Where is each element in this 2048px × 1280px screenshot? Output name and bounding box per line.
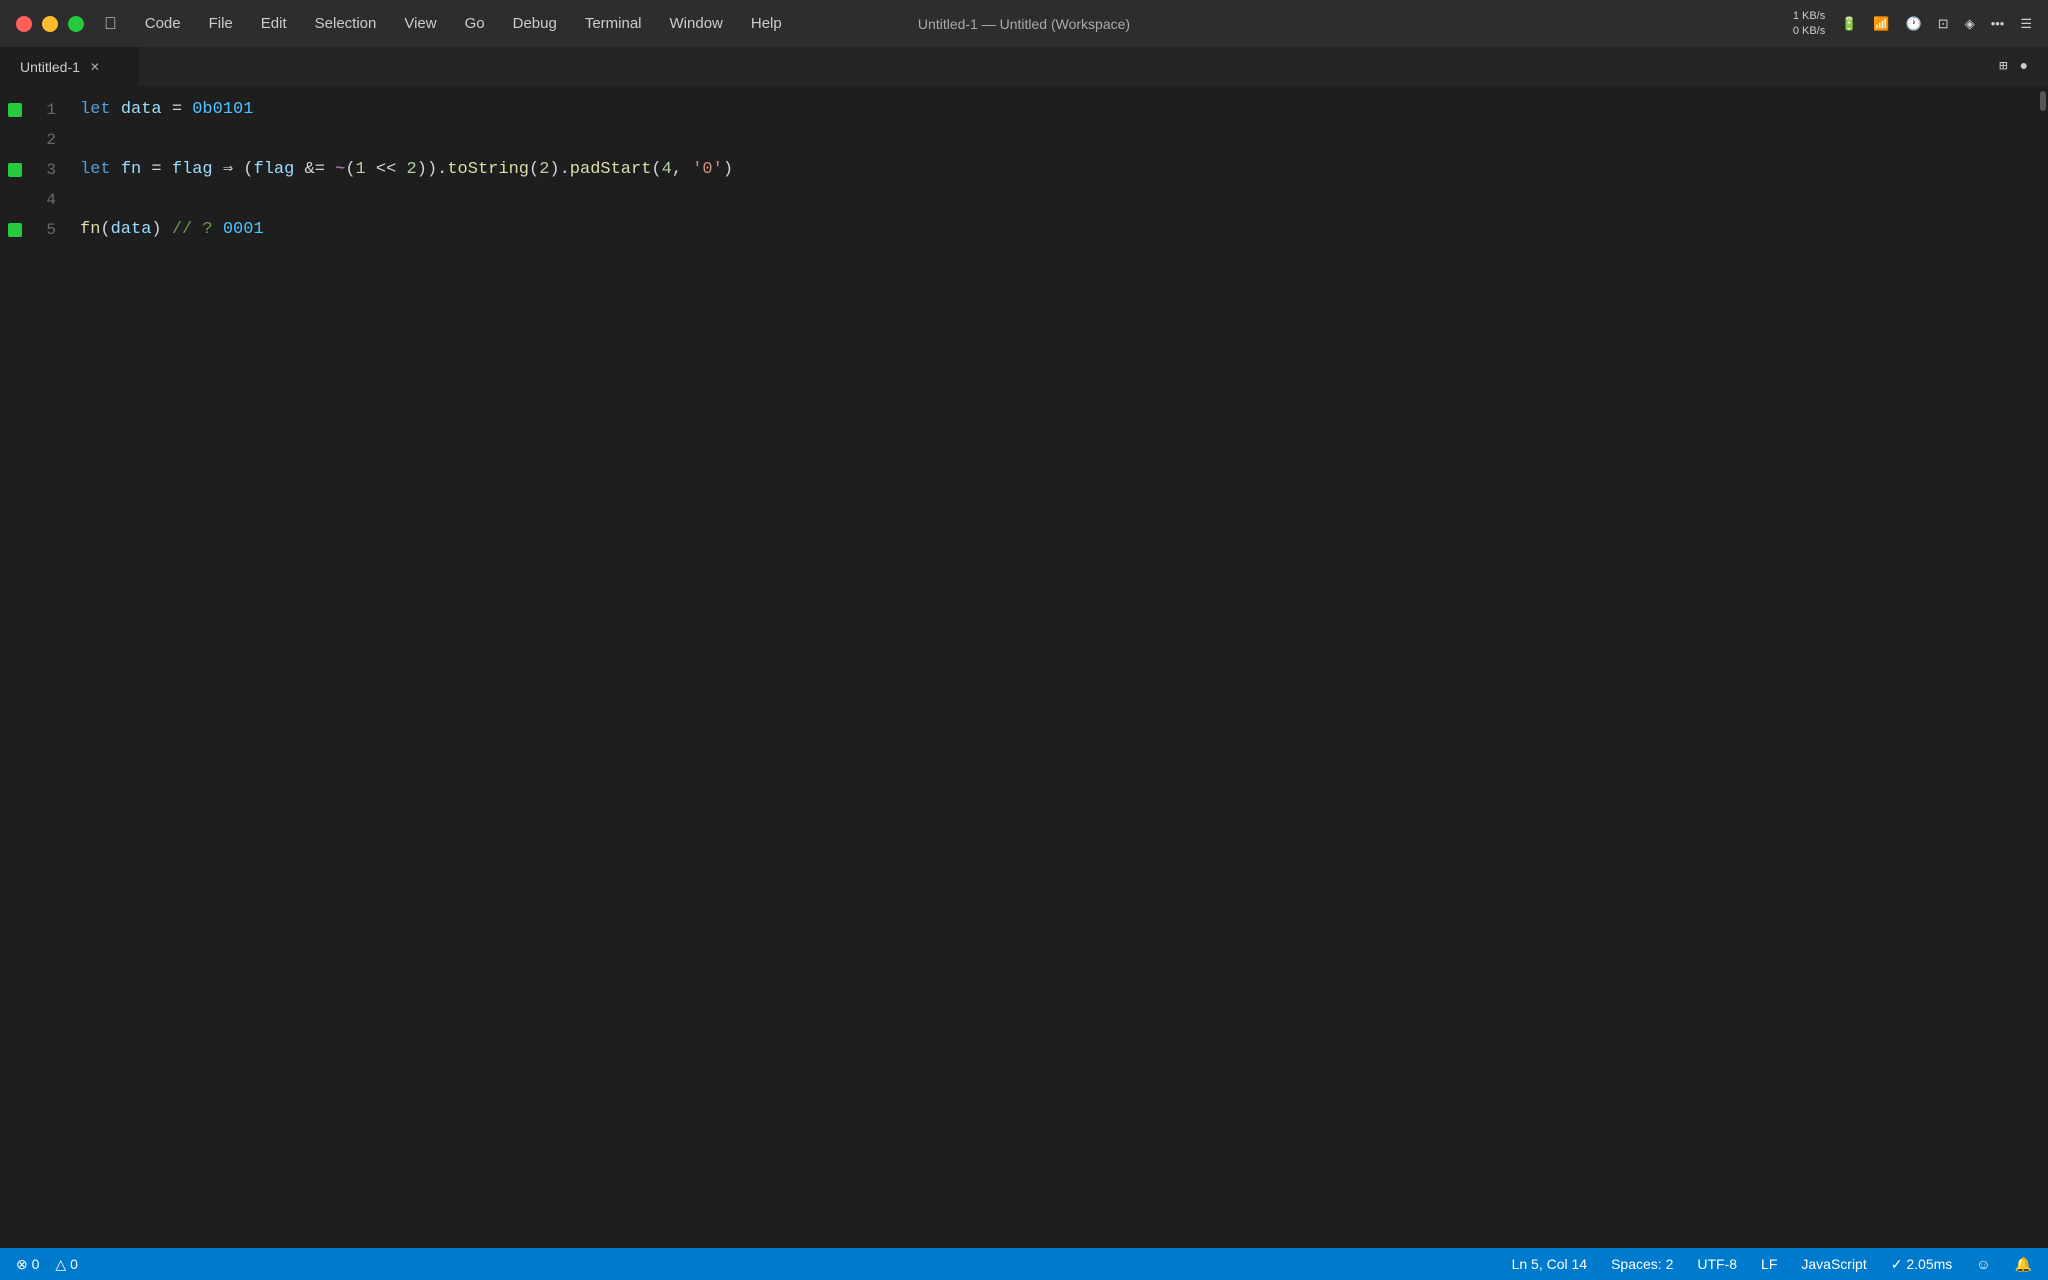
menu-edit[interactable]: Edit	[261, 15, 287, 32]
line-5-content: fn(data) // ? 0001	[80, 215, 264, 245]
menu-terminal[interactable]: Terminal	[585, 15, 642, 32]
breakpoint-5[interactable]	[8, 223, 22, 237]
line-number-5: 5	[30, 221, 80, 239]
notification-icon[interactable]: 🔔	[2015, 1256, 2032, 1273]
line-3-indicator	[0, 163, 30, 177]
code-line-1: 1 let data = 0b0101	[0, 95, 2038, 125]
line-3-content: let fn = flag ⇒ (flag &= ~(1 << 2)).toSt…	[80, 155, 733, 185]
menu-apple[interactable]: 	[104, 14, 117, 34]
unsaved-dot-icon: ●	[2020, 59, 2028, 75]
indentation[interactable]: Spaces: 2	[1611, 1256, 1673, 1272]
encoding[interactable]: UTF-8	[1697, 1256, 1737, 1272]
menu-bar:  Code File Edit Selection View Go Debug…	[104, 14, 782, 34]
language-mode[interactable]: JavaScript	[1801, 1256, 1866, 1272]
line-5-indicator	[0, 223, 30, 237]
menu-extras-icon: ⊡	[1938, 16, 1949, 32]
line-number-3: 3	[30, 161, 80, 179]
list-icon: ☰	[2020, 16, 2032, 32]
breakpoint-3[interactable]	[8, 163, 22, 177]
menu-debug[interactable]: Debug	[513, 15, 557, 32]
smiley-icon[interactable]: ☺	[1976, 1256, 1990, 1272]
menu-code[interactable]: Code	[145, 15, 181, 32]
menu-window[interactable]: Window	[670, 15, 723, 32]
finder-icon: ◈	[1965, 16, 1975, 32]
statusbar-right: Ln 5, Col 14 Spaces: 2 UTF-8 LF JavaScri…	[1512, 1256, 2032, 1273]
clock-icon: 🕐	[1906, 16, 1922, 32]
statusbar: ⊗ 0 △ 0 Ln 5, Col 14 Spaces: 2 UTF-8 LF …	[0, 1248, 2048, 1280]
close-button[interactable]	[16, 16, 32, 32]
tab-untitled1[interactable]: Untitled-1 ✕	[0, 47, 140, 86]
titlebar:  Code File Edit Selection View Go Debug…	[0, 0, 2048, 47]
window-title: Untitled-1 — Untitled (Workspace)	[918, 16, 1130, 32]
warning-count[interactable]: △ 0	[55, 1256, 77, 1273]
battery-icon: 🔋	[1841, 16, 1857, 32]
code-line-2: 2	[0, 125, 2038, 155]
code-line-4: 4	[0, 185, 2038, 215]
scrollbar[interactable]	[2038, 87, 2048, 1248]
code-line-5: 5 fn(data) // ? 0001	[0, 215, 2038, 245]
tabbar: Untitled-1 ✕ ⊞ ●	[0, 47, 2048, 87]
editor-container: 1 let data = 0b0101 2 3 let fn = flag ⇒ …	[0, 87, 2048, 1248]
line-number-4: 4	[30, 191, 80, 209]
menu-go[interactable]: Go	[465, 15, 485, 32]
error-count[interactable]: ⊗ 0	[16, 1256, 39, 1273]
cursor-position[interactable]: Ln 5, Col 14	[1512, 1256, 1588, 1272]
menu-file[interactable]: File	[209, 15, 233, 32]
tab-actions: ⊞ ●	[1999, 47, 2048, 86]
menu-help[interactable]: Help	[751, 15, 782, 32]
network-speed: 1 KB/s0 KB/s	[1793, 9, 1825, 38]
code-line-3: 3 let fn = flag ⇒ (flag &= ~(1 << 2)).to…	[0, 155, 2038, 185]
eol[interactable]: LF	[1761, 1256, 1777, 1272]
tab-close-icon[interactable]: ✕	[90, 60, 100, 74]
maximize-button[interactable]	[68, 16, 84, 32]
tab-label: Untitled-1	[20, 59, 80, 75]
line-number-2: 2	[30, 131, 80, 149]
editor-main[interactable]: 1 let data = 0b0101 2 3 let fn = flag ⇒ …	[0, 87, 2038, 1248]
statusbar-left: ⊗ 0 △ 0	[16, 1256, 78, 1273]
menu-view[interactable]: View	[404, 15, 436, 32]
timing: ✓ 2.05ms	[1891, 1256, 1953, 1273]
more-icon: •••	[1991, 16, 2005, 31]
traffic-lights	[16, 16, 84, 32]
breakpoint-1[interactable]	[8, 103, 22, 117]
minimize-button[interactable]	[42, 16, 58, 32]
titlebar-right: 1 KB/s0 KB/s 🔋 📶 🕐 ⊡ ◈ ••• ☰	[1793, 9, 2032, 38]
line-1-content: let data = 0b0101	[80, 95, 253, 125]
line-1-indicator	[0, 103, 30, 117]
scrollbar-thumb[interactable]	[2040, 91, 2046, 111]
line-number-1: 1	[30, 101, 80, 119]
menu-selection[interactable]: Selection	[315, 15, 377, 32]
split-editor-icon[interactable]: ⊞	[1999, 58, 2007, 75]
wifi-icon: 📶	[1873, 16, 1889, 32]
